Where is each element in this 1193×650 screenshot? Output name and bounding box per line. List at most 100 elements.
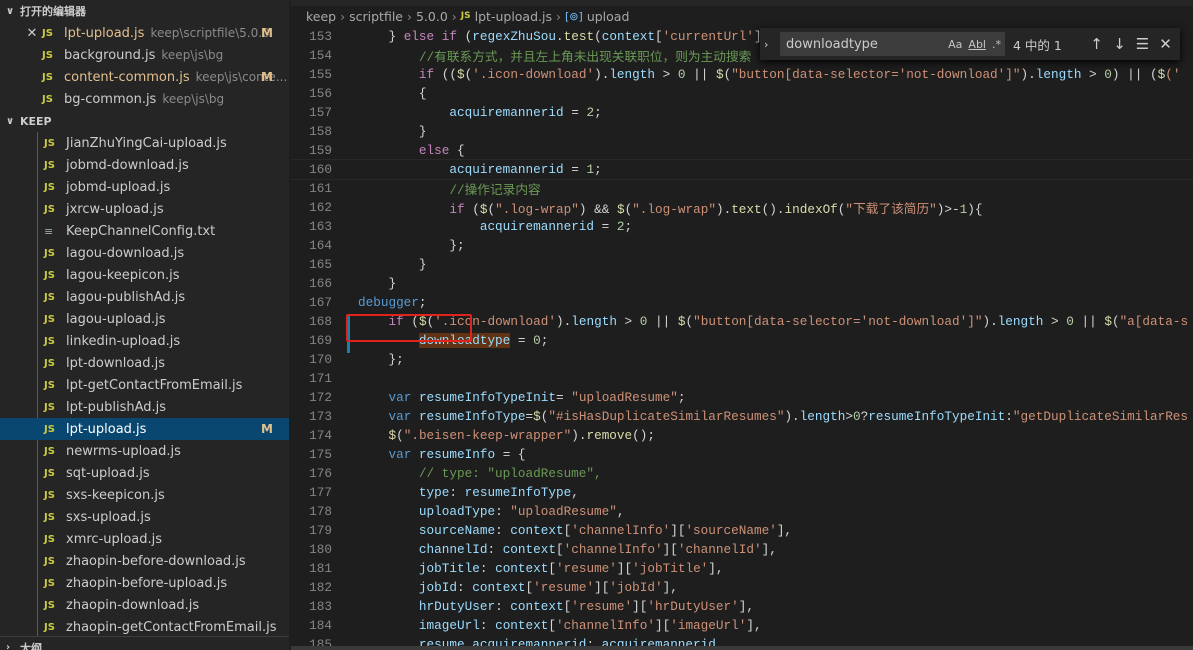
file-name: lpt-download.js xyxy=(66,355,166,371)
modified-badge: M xyxy=(261,422,273,436)
breadcrumb-file[interactable]: lpt-upload.js xyxy=(475,9,552,24)
file-tree-item[interactable]: JS zhaopin-before-upload.js xyxy=(0,572,289,594)
file-tree-item[interactable]: JS lpt-publishAd.js xyxy=(0,396,289,418)
file-tree-item[interactable]: JS jobmd-upload.js xyxy=(0,176,289,198)
file-tree-item[interactable]: JS lpt-getContactFromEmail.js xyxy=(0,374,289,396)
js-file-icon: JS xyxy=(44,621,55,633)
code-token: //操作记录内容 xyxy=(358,183,541,198)
file-tree-item[interactable]: JS jxrcw-upload.js xyxy=(0,198,289,220)
find-query[interactable]: downloadtype xyxy=(786,37,878,52)
file-tree-item[interactable]: JS lpt-upload.js M xyxy=(0,418,289,440)
code-token: ], xyxy=(776,523,793,538)
open-editor-item[interactable]: ✕ JS lpt-upload.js keep\scriptfile\5.0.0 M xyxy=(0,22,289,44)
open-editor-item[interactable]: JS content-common.js keep\js\conte... M xyxy=(0,66,289,88)
code-token: [ xyxy=(655,29,663,44)
line-number: 172 xyxy=(309,390,332,405)
file-tree-item[interactable]: JS zhaopin-before-download.js xyxy=(0,550,289,572)
open-editor-item[interactable]: JS background.js keep\js\bg xyxy=(0,44,289,66)
code-token: } xyxy=(358,276,397,291)
breadcrumb-keep[interactable]: keep xyxy=(306,9,336,24)
code-token: ) && xyxy=(578,202,617,217)
line-number: 159 xyxy=(309,143,332,158)
code-token: remove xyxy=(586,428,633,443)
js-file-icon: JS xyxy=(44,291,55,303)
code-token: ; xyxy=(677,390,686,405)
file-name: jxrcw-upload.js xyxy=(66,201,164,217)
js-file-icon: JS xyxy=(44,137,55,149)
file-tree-item[interactable]: JS JianZhuYingCai-upload.js xyxy=(0,132,289,154)
js-file-icon: JS xyxy=(44,445,55,457)
line-content: if ($(".log-wrap") && $(".log-wrap").tex… xyxy=(358,198,982,217)
breadcrumb-symbol[interactable]: upload xyxy=(587,9,630,24)
line-number: 183 xyxy=(309,599,332,614)
file-tree-item[interactable]: JS lagou-download.js xyxy=(0,242,289,264)
close-icon[interactable]: ✕ xyxy=(1154,35,1177,53)
file-tree-item[interactable]: JS lpt-download.js xyxy=(0,352,289,374)
code-area[interactable]: 153 } else if (regexZhuSou.test(context[… xyxy=(291,27,1193,650)
code-token: > xyxy=(1043,314,1067,329)
js-file-icon: JS xyxy=(460,11,471,21)
outline-header[interactable]: › 大纲 xyxy=(0,636,289,650)
js-file-icon: JS xyxy=(44,401,55,413)
file-tree-item[interactable]: JS sqt-upload.js xyxy=(0,462,289,484)
file-name: lagou-download.js xyxy=(66,245,185,261)
file-name: lpt-upload.js xyxy=(66,421,147,437)
code-token: (). xyxy=(761,202,785,217)
breadcrumb-version[interactable]: 5.0.0 xyxy=(416,9,448,24)
file-tree-item[interactable]: ≡ KeepChannelConfig.txt xyxy=(0,220,289,242)
close-icon[interactable]: ✕ xyxy=(22,26,42,41)
previous-match-icon[interactable]: ↑ xyxy=(1085,35,1108,53)
toggle-replace-chevron-icon[interactable]: › xyxy=(764,38,780,51)
open-editor-item[interactable]: JS bg-common.js keep\js\bg xyxy=(0,88,289,110)
code-token: )>- xyxy=(936,202,960,217)
file-tree-item[interactable]: JS lagou-publishAd.js xyxy=(0,286,289,308)
regex-button[interactable]: .* xyxy=(992,38,1001,51)
file-tree-item[interactable]: JS lagou-keepicon.js xyxy=(0,264,289,286)
whole-word-button[interactable]: Abl xyxy=(968,38,986,51)
code-token: 2 xyxy=(616,219,625,234)
file-tree-item[interactable]: JS sxs-keepicon.js xyxy=(0,484,289,506)
text-file-icon: ≡ xyxy=(44,224,54,238)
code-token: acquiremannerid xyxy=(449,105,564,120)
file-tree-item[interactable]: JS newrms-upload.js xyxy=(0,440,289,462)
chevron-right-icon: › xyxy=(451,8,457,24)
file-tree-item[interactable]: JS lagou-upload.js xyxy=(0,308,289,330)
js-file-icon: JS xyxy=(44,181,55,193)
breadcrumb-scriptfile[interactable]: scriptfile xyxy=(349,9,403,24)
code-line: 161 //操作记录内容 xyxy=(291,179,1193,198)
workspace-header[interactable]: ∨ KEEP xyxy=(0,110,289,132)
find-input[interactable]: downloadtype Aa Abl .* xyxy=(780,32,1005,56)
code-editor[interactable]: keep › scriptfile › 5.0.0 › JS lpt-upload.js… xyxy=(291,0,1193,650)
match-case-button[interactable]: Aa xyxy=(948,38,962,51)
file-tree-item[interactable]: JS linkedin-upload.js xyxy=(0,330,289,352)
code-token: indexOf xyxy=(784,202,838,217)
code-token: if xyxy=(441,29,458,44)
open-editors-header[interactable]: ∨ 打开的编辑器 xyxy=(0,0,289,22)
file-tree-item[interactable]: JS xmrc-upload.js xyxy=(0,528,289,550)
js-file-icon: JS xyxy=(44,489,55,501)
chevron-down-icon: ∨ xyxy=(6,115,15,127)
code-line: 159 else { xyxy=(291,141,1193,160)
file-tree-item[interactable]: JS zhaopin-download.js xyxy=(0,594,289,616)
file-tree-item[interactable]: JS zhaopin-getContactFromEmail.js xyxy=(0,616,289,638)
code-token: = xyxy=(525,409,534,424)
code-token: "uploadResume" xyxy=(510,504,617,519)
js-file-icon: JS xyxy=(44,247,55,259)
file-tree-item[interactable]: JS sxs-upload.js xyxy=(0,506,289,528)
find-in-selection-icon[interactable]: ☰ xyxy=(1131,35,1154,53)
code-token: : xyxy=(457,580,473,595)
code-line: 157 acquiremannerid = 2; xyxy=(291,103,1193,122)
horizontal-scrollbar[interactable] xyxy=(291,646,1193,650)
code-token: "#isHasDuplicateSimilarResumes" xyxy=(548,409,785,424)
code-token: = { xyxy=(495,447,526,462)
file-name: lpt-upload.js xyxy=(64,25,145,41)
code-token: > xyxy=(655,67,678,82)
code-token: || xyxy=(1073,314,1105,329)
file-tree-item[interactable]: JS jobmd-download.js xyxy=(0,154,289,176)
next-match-icon[interactable]: ↓ xyxy=(1108,35,1131,53)
code-token: context xyxy=(502,542,556,557)
